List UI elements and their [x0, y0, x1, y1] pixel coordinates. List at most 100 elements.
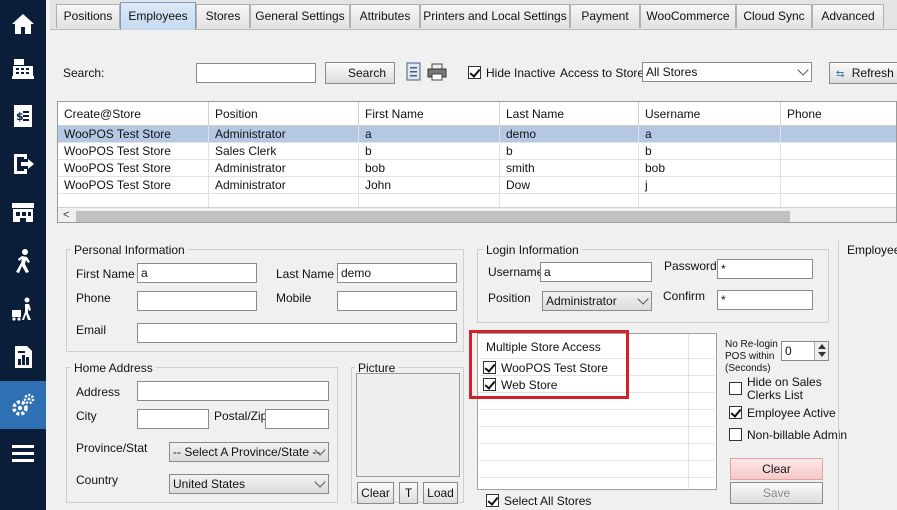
table-cell: Administrator — [209, 177, 359, 194]
table-cell: Dow — [500, 177, 639, 194]
tab-cloud-sync[interactable]: Cloud Sync — [736, 4, 812, 28]
receipt-icon[interactable]: $ — [0, 92, 46, 140]
scroll-left-arrow-icon[interactable]: < — [63, 209, 69, 221]
document-list-icon[interactable] — [405, 62, 423, 82]
tab-employees[interactable]: Employees — [120, 2, 196, 30]
relogin-seconds-value: 0 — [785, 344, 792, 358]
menu-icon[interactable] — [0, 429, 46, 477]
table-cell: WooPOS Test Store — [58, 143, 209, 160]
store-icon[interactable] — [0, 188, 46, 236]
column-header-username[interactable]: Username — [639, 102, 781, 126]
column-header-first-name[interactable]: First Name — [359, 102, 500, 126]
hide-inactive-label: Hide Inactive — [486, 66, 556, 80]
access-to-store-select[interactable]: All Stores — [642, 62, 812, 82]
province-state-select[interactable]: -- Select A Province/State -- — [169, 442, 329, 462]
table-row[interactable]: WooPOS Test Store Administrator a demo a — [58, 126, 896, 143]
employee-active-checkbox[interactable] — [729, 406, 742, 419]
first-name-field[interactable]: a — [137, 263, 257, 283]
refresh-button[interactable]: ⇆ Refresh — [829, 62, 897, 84]
refresh-button-label: Refresh — [851, 66, 894, 80]
country-select[interactable]: United States — [169, 474, 329, 494]
position-select[interactable]: Administrator — [542, 291, 652, 311]
chevron-down-icon — [797, 64, 809, 76]
refresh-icon: ⇆ — [836, 69, 845, 80]
table-row[interactable]: WooPOS Test Store Administrator bob smit… — [58, 160, 896, 177]
password-label: Password — [664, 259, 717, 273]
last-name-field[interactable]: demo — [337, 263, 457, 283]
table-cell — [781, 160, 896, 177]
hide-inactive-checkbox[interactable] — [468, 66, 481, 79]
list-divider — [479, 409, 715, 410]
table-cell: bob — [639, 160, 781, 177]
access-to-store-label: Access to Store: — [560, 66, 648, 80]
search-button-label: Search — [347, 66, 387, 80]
picture-load-button[interactable]: Load — [423, 482, 458, 504]
search-input[interactable] — [196, 63, 316, 83]
tab-general-settings[interactable]: General Settings — [250, 4, 350, 28]
save-button[interactable]: Save — [730, 482, 823, 504]
home-icon[interactable] — [0, 0, 46, 48]
username-field[interactable]: a — [540, 262, 652, 282]
city-field[interactable] — [137, 409, 209, 429]
list-divider — [479, 460, 715, 461]
chevron-down-icon — [637, 293, 649, 305]
relogin-seconds-stepper[interactable]: 0 — [781, 341, 829, 361]
table-row[interactable]: WooPOS Test Store Administrator John Dow… — [58, 177, 896, 194]
horizontal-scrollbar[interactable]: < — [58, 207, 896, 222]
table-cell — [781, 126, 896, 143]
tab-positions[interactable]: Positions — [56, 4, 120, 28]
search-button[interactable]: Search — [325, 62, 395, 84]
column-header-phone[interactable]: Phone — [781, 102, 896, 126]
tab-attributes[interactable]: Attributes — [350, 4, 420, 28]
picture-t-button[interactable]: T — [399, 482, 418, 504]
non-billable-admin-label: Non-billable Admin — [747, 428, 848, 442]
delivery-person-icon[interactable] — [0, 285, 46, 333]
last-name-label: Last Name — [276, 267, 335, 281]
column-header-position[interactable]: Position — [209, 102, 359, 126]
column-header-create-store[interactable]: Create@Store — [58, 102, 209, 126]
stepper-down-icon[interactable] — [818, 352, 826, 357]
settings-gears-icon[interactable] — [0, 381, 46, 429]
address-field[interactable] — [137, 381, 329, 401]
stepper-up-icon[interactable] — [818, 344, 826, 349]
hide-on-sales-clerks-checkbox[interactable] — [729, 382, 742, 395]
tab-payment[interactable]: Payment — [570, 4, 640, 28]
mobile-field[interactable] — [337, 291, 457, 311]
clear-button[interactable]: Clear — [730, 458, 823, 480]
horizontal-scrollbar-thumb[interactable] — [76, 211, 790, 222]
column-header-last-name[interactable]: Last Name — [500, 102, 639, 126]
cash-register-icon[interactable] — [0, 45, 46, 93]
list-column-divider — [688, 334, 689, 489]
printer-icon[interactable] — [427, 62, 447, 82]
relogin-label-line-1: No Re-login — [725, 339, 778, 350]
non-billable-admin-checkbox[interactable] — [729, 428, 742, 441]
report-icon[interactable] — [0, 333, 46, 381]
employee-active-label: Employee Active — [747, 406, 836, 420]
table-cell: WooPOS Test Store — [58, 177, 209, 194]
postal-zip-field[interactable] — [265, 409, 329, 429]
table-cell: WooPOS Test Store — [58, 126, 209, 143]
employee-grid: Create@Store Position First Name Last Na… — [57, 101, 897, 223]
tab-woocommerce[interactable]: WooCommerce — [640, 4, 736, 28]
password-field[interactable]: * — [717, 259, 813, 279]
logout-icon[interactable] — [0, 140, 46, 188]
picture-clear-button[interactable]: Clear — [357, 482, 394, 504]
phone-field[interactable] — [137, 291, 257, 311]
walking-person-icon[interactable] — [0, 237, 46, 285]
select-all-stores-checkbox[interactable] — [486, 494, 499, 507]
position-label: Position — [488, 291, 531, 305]
confirm-password-field[interactable]: * — [717, 290, 813, 310]
table-row[interactable]: WooPOS Test Store Sales Clerk b b b — [58, 143, 896, 160]
table-cell: a — [639, 126, 781, 143]
table-cell: j — [639, 177, 781, 194]
table-cell: bob — [359, 160, 500, 177]
table-cell: Administrator — [209, 126, 359, 143]
tab-printers-local-settings[interactable]: Printers and Local Settings — [420, 4, 570, 28]
email-field[interactable] — [137, 323, 457, 343]
tab-stores[interactable]: Stores — [196, 4, 250, 28]
stepper-arrows[interactable] — [814, 342, 828, 360]
tab-advanced[interactable]: Advanced — [812, 4, 884, 28]
relogin-label-line-3: (Seconds) — [725, 363, 771, 374]
address-label: Address — [76, 385, 121, 399]
search-label: Search: — [63, 66, 105, 80]
